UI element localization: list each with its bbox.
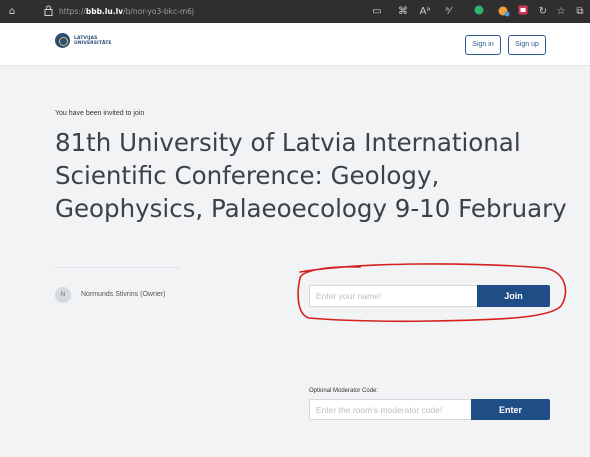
translate-icon[interactable]: ᵃ⁄: [442, 5, 454, 18]
reader-view-icon[interactable]: ▭: [371, 5, 383, 18]
read-aloud-icon[interactable]: Aᵃ: [419, 5, 431, 18]
collections-icon[interactable]: ⧉: [574, 5, 586, 18]
logo-icon: [55, 33, 70, 48]
room-title: 81th University of Latvia International …: [55, 128, 567, 223]
lock-icon[interactable]: [43, 5, 53, 18]
name-input[interactable]: [309, 285, 477, 307]
url-domain: bbb.lu.lv: [85, 7, 124, 16]
join-button[interactable]: Join: [477, 285, 550, 307]
logo-text: LATVIJAS UNIVERSITĀTE: [74, 35, 112, 46]
app-header: LATVIJAS UNIVERSITĀTE Sign in Sign up: [0, 23, 590, 66]
invite-label: You have been invited to join: [55, 110, 145, 117]
browser-toolbar: ⌂ https://bbb.lu.lv/b/nor-yo3-bkc-m6j ▭ …: [0, 0, 590, 23]
annotation-circle: [297, 263, 567, 323]
home-icon[interactable]: ⌂: [6, 5, 18, 18]
moderator-code-label: Optional Moderator Code:: [309, 388, 379, 394]
refresh-icon[interactable]: ↻: [537, 5, 549, 18]
sign-up-button[interactable]: Sign up: [508, 35, 546, 55]
sign-in-button[interactable]: Sign in: [465, 35, 501, 55]
moderator-code-input[interactable]: [309, 399, 471, 420]
enter-button[interactable]: Enter: [471, 399, 550, 420]
address-bar[interactable]: https://bbb.lu.lv/b/nor-yo3-bkc-m6j: [59, 4, 194, 19]
favorites-icon[interactable]: ☆: [555, 5, 567, 18]
url-protocol: https://: [59, 7, 86, 16]
url-path: /b/nor-yo3-bkc-m6j: [123, 7, 195, 16]
extension-icon[interactable]: [473, 5, 485, 18]
avatar: N: [55, 287, 71, 303]
extension-icon[interactable]: [497, 5, 511, 18]
app-grid-icon[interactable]: ⌘: [397, 5, 409, 18]
extension-icon[interactable]: [517, 5, 529, 18]
university-logo[interactable]: LATVIJAS UNIVERSITĀTE: [55, 33, 112, 48]
room-owner: Normunds Stivrins (Owner): [81, 291, 166, 298]
divider: [55, 267, 180, 268]
